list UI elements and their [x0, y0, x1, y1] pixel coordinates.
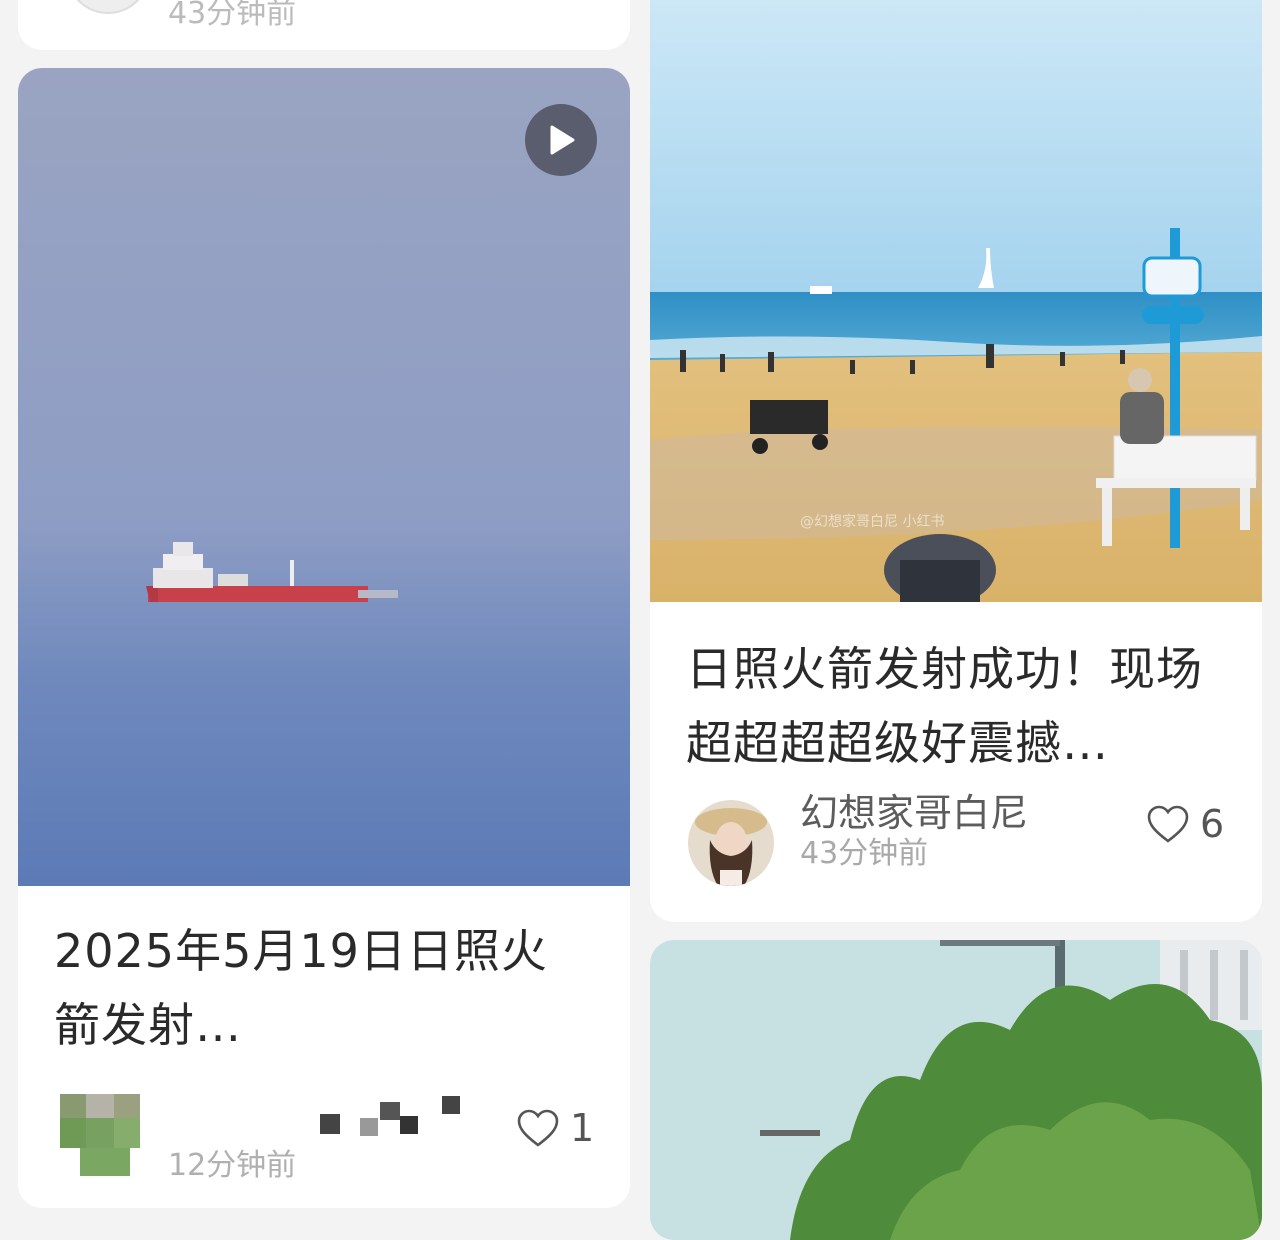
avatar: [66, 0, 150, 14]
heart-icon: [1147, 805, 1189, 843]
post-image[interactable]: @幻想家哥白尼 小红书: [650, 0, 1262, 602]
heart-icon: [517, 1109, 559, 1147]
feed-card-image-2[interactable]: [650, 940, 1262, 1240]
post-meta: 12分钟前 1: [18, 1088, 630, 1188]
avatar[interactable]: [688, 800, 774, 886]
feed-card-image[interactable]: @幻想家哥白尼 小红书 日照火箭发射成功！现场超超超超级好震撼… 幻想家哥白尼 …: [650, 0, 1262, 922]
post-time: 12分钟前: [168, 1148, 297, 1183]
like-button[interactable]: 1: [516, 1106, 594, 1150]
trees-image: [650, 940, 1262, 1240]
like-count: 6: [1200, 802, 1225, 846]
play-icon: [550, 125, 575, 155]
feed-card-video[interactable]: 2025年5月19日日照火箭发射… 12分钟前 1: [18, 68, 630, 1208]
feed-card-partial-top[interactable]: 43分钟前: [18, 0, 630, 50]
post-time: 43分钟前: [168, 0, 297, 31]
author-name-mosaic: [320, 1114, 340, 1134]
like-count: 1: [570, 1106, 595, 1150]
avatar[interactable]: [60, 1094, 142, 1176]
post-meta: 幻想家哥白尼 43分钟前 6: [650, 791, 1262, 898]
post-title[interactable]: 日照火箭发射成功！现场超超超超级好震撼…: [686, 632, 1226, 782]
like-button[interactable]: 6: [1146, 802, 1224, 846]
post-image[interactable]: [650, 940, 1262, 1240]
play-button[interactable]: [525, 104, 597, 176]
beach-image: @幻想家哥白尼 小红书: [650, 0, 1262, 602]
avatar-image: [688, 800, 774, 886]
watermark: @幻想家哥白尼 小红书: [800, 513, 944, 530]
sea-ship-image: [18, 68, 630, 886]
post-image[interactable]: [18, 68, 630, 886]
post-title[interactable]: 2025年5月19日日照火箭发射…: [54, 914, 594, 1064]
post-time: 43分钟前: [800, 836, 929, 871]
